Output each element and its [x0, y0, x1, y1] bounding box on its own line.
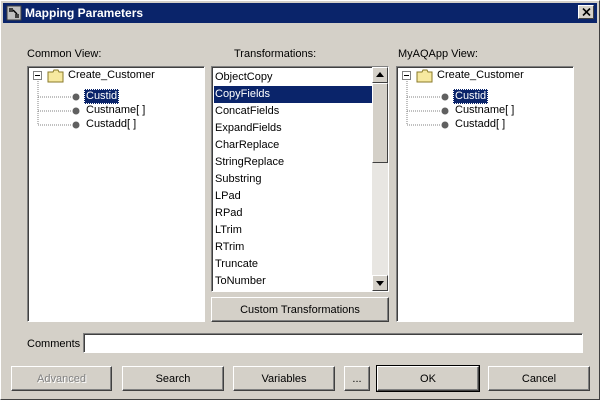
scroll-thumb[interactable]	[372, 83, 388, 163]
arrow-up-icon	[376, 72, 384, 77]
app-icon	[6, 5, 22, 21]
ok-label: OK	[420, 373, 436, 385]
list-item-charreplace[interactable]: CharReplace	[214, 137, 372, 154]
field-bullet-icon	[441, 93, 449, 101]
list-item-rtrim[interactable]: RTrim	[214, 239, 372, 256]
list-item-truncate[interactable]: Truncate	[214, 256, 372, 273]
tree-item-custname[interactable]: Custname[ ]	[84, 103, 147, 118]
more-options-button[interactable]: ...	[344, 366, 370, 391]
mapping-parameters-dialog: Mapping Parameters Common View: Transfor…	[0, 0, 600, 400]
field-bullet-icon	[72, 121, 80, 129]
variables-label: Variables	[261, 373, 307, 385]
list-item-copyfields[interactable]: CopyFields	[214, 86, 372, 103]
search-button[interactable]: Search	[122, 366, 224, 391]
field-bullet-icon	[72, 93, 80, 101]
field-bullet-icon	[441, 107, 449, 115]
tree-item-custid[interactable]: Custid	[453, 89, 489, 104]
close-icon	[582, 8, 591, 16]
list-item-expandfields[interactable]: ExpandFields	[214, 120, 372, 137]
field-bullet-icon	[72, 107, 80, 115]
transformations-list[interactable]: ObjectCopy CopyFields ConcatFields Expan…	[211, 66, 389, 292]
folder-icon	[47, 69, 64, 83]
cancel-label: Cancel	[521, 373, 557, 385]
collapse-icon[interactable]	[33, 71, 42, 80]
comments-label: Comments	[27, 338, 81, 350]
list-scrollbar[interactable]	[372, 67, 388, 291]
folder-icon	[416, 69, 433, 83]
list-item-tonumber[interactable]: ToNumber	[214, 273, 372, 290]
more-options-label: ...	[352, 373, 362, 385]
tree-item-custid[interactable]: Custid	[84, 89, 120, 104]
tree-root-create-customer[interactable]: Create_Customer	[66, 68, 157, 83]
app-view-label: MyAQApp View:	[398, 48, 478, 60]
list-item-concatfields[interactable]: ConcatFields	[214, 103, 372, 120]
collapse-icon[interactable]	[402, 71, 411, 80]
list-item-substring[interactable]: Substring	[214, 171, 372, 188]
cancel-button[interactable]: Cancel	[488, 366, 590, 391]
list-item-ltrim[interactable]: LTrim	[214, 222, 372, 239]
tree-item-custadd[interactable]: Custadd[ ]	[84, 117, 138, 132]
advanced-label: Advanced	[37, 373, 86, 385]
tree-root-create-customer[interactable]: Create_Customer	[435, 68, 526, 83]
advanced-button[interactable]: Advanced	[11, 366, 112, 391]
arrow-down-icon	[376, 281, 384, 286]
custom-transformations-button[interactable]: Custom Transformations	[211, 297, 389, 322]
ok-button[interactable]: OK	[377, 366, 479, 391]
custom-transformations-label: Custom Transformations	[240, 304, 360, 316]
list-item-stringreplace[interactable]: StringReplace	[214, 154, 372, 171]
field-bullet-icon	[441, 121, 449, 129]
common-view-tree[interactable]: Create_Customer Custid Custname[ ] Custa…	[27, 66, 205, 322]
transformations-label: Transformations:	[234, 48, 317, 60]
app-view-tree[interactable]: Create_Customer Custid Custname[ ] Custa…	[396, 66, 574, 322]
comments-input[interactable]	[83, 333, 583, 353]
close-button[interactable]	[578, 5, 594, 19]
scroll-up-button[interactable]	[372, 67, 388, 83]
tree-item-custadd[interactable]: Custadd[ ]	[453, 117, 507, 132]
title-bar[interactable]: Mapping Parameters	[3, 3, 597, 23]
scroll-down-button[interactable]	[372, 275, 388, 291]
list-item-rpad[interactable]: RPad	[214, 205, 372, 222]
variables-button[interactable]: Variables	[233, 366, 335, 391]
list-item-objectcopy[interactable]: ObjectCopy	[214, 69, 372, 86]
common-view-label: Common View:	[27, 48, 102, 60]
window-title: Mapping Parameters	[25, 6, 144, 20]
list-item-lpad[interactable]: LPad	[214, 188, 372, 205]
search-label: Search	[155, 373, 191, 385]
tree-item-custname[interactable]: Custname[ ]	[453, 103, 516, 118]
